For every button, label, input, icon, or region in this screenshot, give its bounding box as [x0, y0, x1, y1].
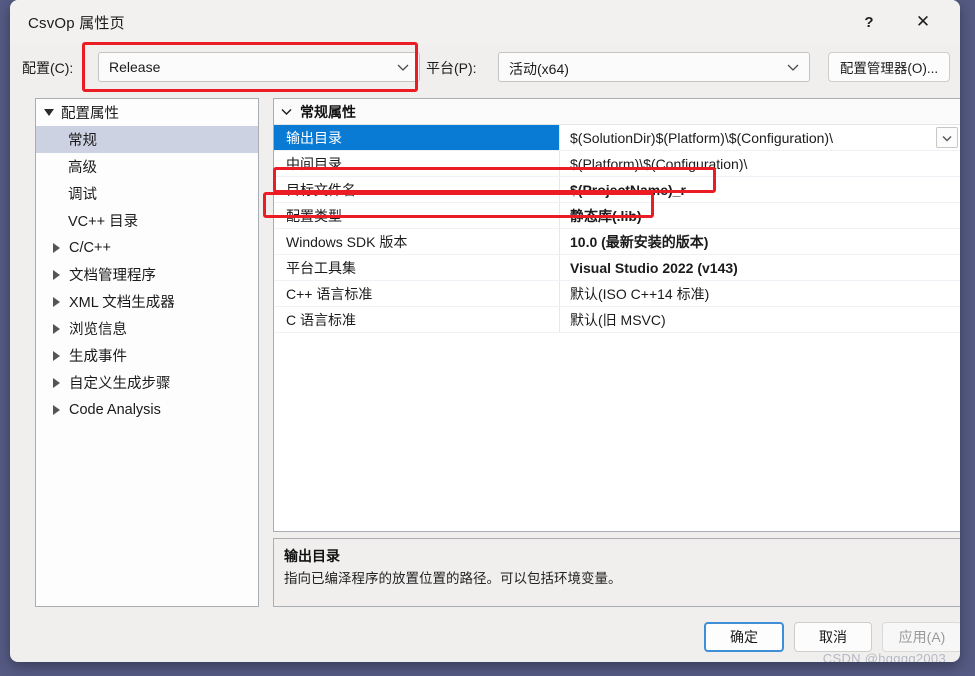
watermark: CSDN @hgggg2003	[822, 651, 946, 662]
tree-item-label: Code Analysis	[69, 401, 161, 418]
tree-item-label: 浏览信息	[69, 322, 127, 338]
table-row[interactable]: Windows SDK 版本 10.0 (最新安装的版本)	[274, 229, 960, 255]
configuration-value: Release	[109, 59, 161, 75]
tree-item-label: 文档管理程序	[69, 268, 156, 284]
table-row[interactable]: 目标文件名 $(ProjectName)_r	[274, 177, 960, 203]
cancel-button[interactable]: 取消	[794, 622, 872, 652]
tree-item-8[interactable]: 浏览信息	[36, 315, 258, 342]
expander-expand-icon[interactable]	[53, 242, 60, 253]
platform-value: 活动(x64)	[509, 61, 569, 77]
grid-section-header-label: 常规属性	[300, 103, 356, 120]
tree-item-label: XML 文档生成器	[69, 295, 175, 311]
tree-item-label: 自定义生成步骤	[69, 376, 171, 392]
expander-expand-icon[interactable]	[53, 350, 60, 361]
tree-item-10[interactable]: 自定义生成步骤	[36, 369, 258, 396]
chevron-down-icon	[280, 105, 293, 118]
property-pages-dialog: CsvOp 属性页 ? ✕ 配置(C): Release 平台(P): 活动(x…	[10, 0, 960, 662]
tree-item-1[interactable]: 常规	[36, 126, 258, 153]
property-name: 中间目录	[286, 155, 342, 172]
tree-item-6[interactable]: 文档管理程序	[36, 261, 258, 288]
window-title: CsvOp 属性页	[28, 15, 125, 32]
close-icon[interactable]: ✕	[900, 2, 946, 42]
tree-item-11[interactable]: Code Analysis	[36, 396, 258, 423]
tree-item-7[interactable]: XML 文档生成器	[36, 288, 258, 315]
property-name: 平台工具集	[286, 259, 356, 276]
expander-collapse-icon[interactable]	[44, 109, 54, 116]
platform-label: 平台(P):	[426, 60, 477, 76]
chevron-down-icon	[942, 135, 952, 141]
property-value[interactable]: $(ProjectName)_r	[559, 177, 960, 202]
expander-expand-icon[interactable]	[53, 377, 60, 388]
property-name: Windows SDK 版本	[286, 233, 408, 250]
configuration-label: 配置(C):	[22, 60, 74, 76]
property-name: 输出目录	[274, 125, 559, 150]
property-value[interactable]: 默认(ISO C++14 标准)	[559, 281, 960, 306]
tree-item-label: C/C++	[69, 239, 111, 256]
grid-section-header[interactable]: 常规属性	[274, 99, 960, 125]
tree-item-3[interactable]: 调试	[36, 180, 258, 207]
configuration-manager-button[interactable]: 配置管理器(O)...	[828, 52, 950, 82]
table-row[interactable]: 平台工具集 Visual Studio 2022 (v143)	[274, 255, 960, 281]
configuration-tree[interactable]: 配置属性常规高级调试 VC++ 目录 C/C++ 文档管理程序 XML 文档生成器 浏览信…	[35, 98, 259, 607]
chevron-down-icon	[787, 64, 799, 71]
grid-rows: 输出目录 $(SolutionDir)$(Platform)\$(Configur…	[274, 125, 960, 333]
table-row[interactable]: C++ 语言标准 默认(ISO C++14 标准)	[274, 281, 960, 307]
table-row[interactable]: C 语言标准 默认(旧 MSVC)	[274, 307, 960, 333]
ok-button[interactable]: 确定	[704, 622, 784, 652]
expander-expand-icon[interactable]	[53, 404, 60, 415]
screen: CsvOp 属性页 ? ✕ 配置(C): Release 平台(P): 活动(x…	[0, 0, 975, 676]
apply-button[interactable]: 应用(A)	[882, 622, 960, 652]
row-dropdown-button[interactable]	[936, 127, 958, 148]
tree-item-2[interactable]: 高级	[36, 153, 258, 180]
tree-item-label: 调试	[68, 187, 97, 203]
property-value[interactable]: 默认(旧 MSVC)	[559, 307, 960, 332]
property-value[interactable]: 静态库(.lib)	[559, 203, 960, 228]
tree-item-0[interactable]: 配置属性	[36, 99, 258, 126]
expander-expand-icon[interactable]	[53, 269, 60, 280]
property-name: C 语言标准	[286, 311, 356, 328]
property-grid[interactable]: 常规属性 输出目录 $(SolutionDir)$(Platform)\$(Con…	[273, 98, 960, 532]
expander-expand-icon[interactable]	[53, 296, 60, 307]
expander-expand-icon[interactable]	[53, 323, 60, 334]
title-bar: CsvOp 属性页 ? ✕	[10, 0, 960, 44]
property-value[interactable]: 10.0 (最新安装的版本)	[559, 229, 960, 254]
tree-item-label: VC++ 目录	[68, 214, 139, 230]
property-value[interactable]: Visual Studio 2022 (v143)	[559, 255, 960, 280]
tree-item-5[interactable]: C/C++	[36, 234, 258, 261]
property-value[interactable]: $(SolutionDir)$(Platform)\$(Configuratio…	[559, 125, 960, 150]
property-name: 配置类型	[286, 207, 342, 224]
help-icon[interactable]: ?	[846, 2, 892, 42]
property-name: 目标文件名	[286, 181, 356, 198]
property-value[interactable]: $(Platform)\$(Configuration)\	[559, 151, 960, 176]
tree-item-label: 常规	[68, 133, 97, 149]
table-row[interactable]: 输出目录 $(SolutionDir)$(Platform)\$(Configur…	[274, 125, 960, 151]
property-name: C++ 语言标准	[286, 285, 373, 302]
tree-item-label: 高级	[68, 160, 97, 176]
tree-item-9[interactable]: 生成事件	[36, 342, 258, 369]
description-title: 输出目录	[284, 548, 340, 564]
tree-item-label: 配置属性	[61, 106, 119, 122]
description-pane: 输出目录 指向已编泽程序的放置位置的路径。可以包括环境变量。	[273, 538, 960, 607]
chevron-down-icon	[397, 64, 409, 71]
grid-empty-area	[274, 333, 960, 531]
tree-item-4[interactable]: VC++ 目录	[36, 207, 258, 234]
table-row[interactable]: 配置类型 静态库(.lib)	[274, 203, 960, 229]
platform-combo[interactable]: 活动(x64)	[498, 52, 810, 82]
description-body: 指向已编泽程序的放置位置的路径。可以包括环境变量。	[284, 571, 622, 586]
table-row[interactable]: 中间目录 $(Platform)\$(Configuration)\	[274, 151, 960, 177]
tree-item-label: 生成事件	[69, 349, 127, 365]
configuration-combo[interactable]: Release	[98, 52, 420, 82]
